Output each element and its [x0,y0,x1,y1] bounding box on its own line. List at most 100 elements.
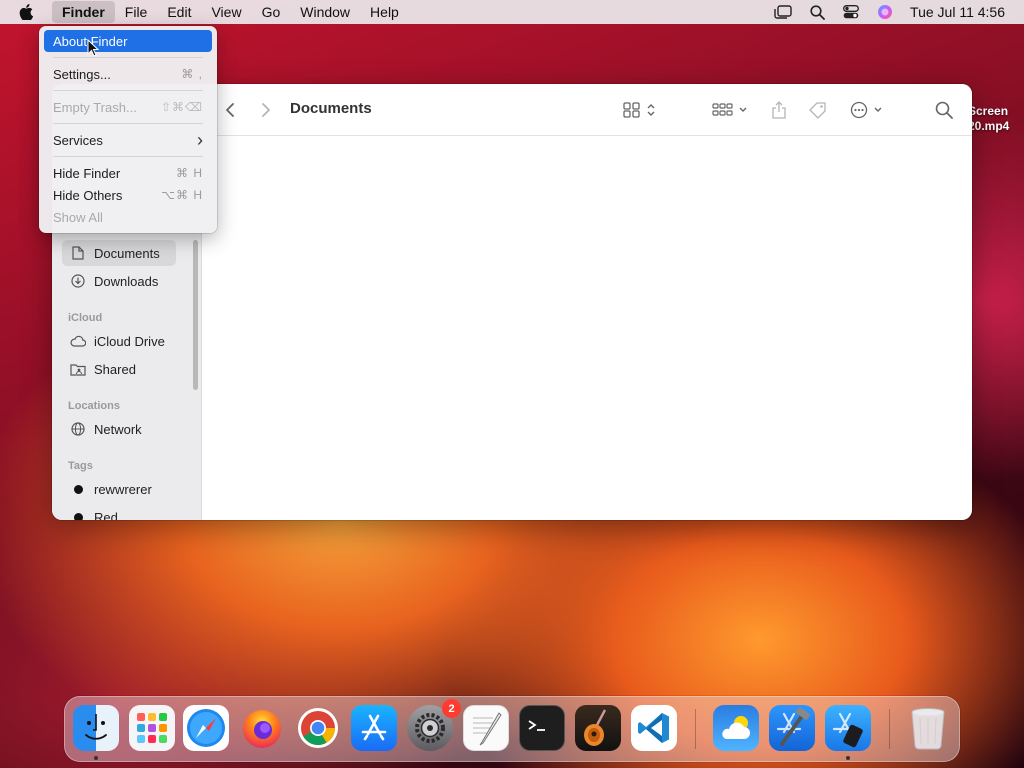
group-button[interactable] [710,98,750,122]
search-icon [935,101,953,119]
tag-dot-icon [74,512,83,520]
document-icon [70,245,86,261]
menu-window[interactable]: Window [290,0,360,24]
menu-item-shortcut: ⌘ , [181,67,203,81]
dock: 2 [64,696,960,762]
dock-app-system-settings[interactable]: 2 [407,699,461,751]
dock-separator [889,709,890,749]
dock-app-terminal[interactable] [519,705,565,751]
menu-item-about-finder[interactable]: About Finder [44,30,212,52]
dock-app-visual-studio-code[interactable] [631,705,677,751]
menu-item-label: Hide Others [53,187,123,203]
menu-item-shortcut: ⌘ H [176,166,203,180]
menu-item-label: Show All [53,209,103,225]
sidebar-item-documents[interactable]: Documents [62,240,176,266]
dock-app-launchpad[interactable] [129,705,175,751]
app-store-icon [361,714,387,741]
more-actions-button[interactable] [848,98,888,122]
menu-file[interactable]: File [115,0,158,24]
search-button[interactable] [932,98,956,122]
dock-app-firefox[interactable] [239,705,285,751]
chevron-right-icon: › [197,130,203,150]
menubar-clock[interactable]: Tue Jul 11 4:56 [902,4,1024,20]
share-icon [772,101,786,119]
sidebar-item-network[interactable]: Network [62,416,176,442]
menu-item-hide-finder[interactable]: Hide Finder ⌘ H [44,162,212,184]
sidebar-section-tags: Tags [68,460,93,472]
download-icon [70,273,86,289]
apple-menu[interactable] [0,0,52,24]
menu-separator [53,123,203,124]
menu-edit[interactable]: Edit [157,0,201,24]
back-button[interactable] [220,98,240,122]
menu-view[interactable]: View [201,0,251,24]
dock-app-simulator[interactable] [825,705,871,751]
sidebar-item-downloads[interactable]: Downloads [62,268,176,294]
view-mode-button[interactable] [620,98,660,122]
chrome-icon [298,708,338,748]
sidebar-item-tag-rewwrerer[interactable]: rewwrerer [62,476,176,502]
menu-item-hide-others[interactable]: Hide Others ⌥⌘ H [44,184,212,206]
finder-menu-dropdown: About Finder Settings... ⌘ , Empty Trash… [39,26,217,233]
tag-button[interactable] [806,98,830,122]
file-list-area[interactable] [202,136,972,520]
ellipsis-circle-icon [850,101,882,119]
dock-separator [695,709,696,749]
menu-item-settings[interactable]: Settings... ⌘ , [44,63,212,85]
dock-app-app-store[interactable] [351,705,397,751]
stage-manager-icon[interactable] [766,0,800,24]
spotlight-search-icon[interactable] [800,0,834,24]
sidebar-item-tag-red[interactable]: Red [62,504,176,520]
siri-icon[interactable] [868,0,902,24]
xcode-hammer-icon [776,708,811,746]
sidebar-item-label: Documents [94,245,160,261]
dock-app-safari[interactable] [183,705,229,751]
gear-icon [415,713,445,743]
sidebar-scrollbar[interactable] [193,240,198,390]
menu-item-services[interactable]: Services › [44,129,212,151]
menu-item-label: Services [53,132,103,148]
menu-separator [53,90,203,91]
chevron-left-icon [226,103,234,117]
textedit-icon [473,712,502,746]
dock-app-weather[interactable] [713,705,759,751]
cloud-icon [70,333,86,349]
share-button[interactable] [768,98,790,122]
notification-badge: 2 [442,699,461,718]
sidebar-item-shared[interactable]: Shared [62,356,176,382]
sidebar-item-label: Downloads [94,273,159,289]
sidebar-item-label: iCloud Drive [94,333,165,349]
sidebar-item-icloud-drive[interactable]: iCloud Drive [62,328,176,354]
chevron-right-icon [262,103,270,117]
weather-cloud-sun-icon [722,716,750,739]
dock-app-garageband[interactable] [575,705,621,751]
mouse-cursor-icon [87,39,99,57]
status-area: Tue Jul 11 4:56 [766,0,1024,24]
menu-item-label: Hide Finder [53,165,121,181]
menu-item-label: Empty Trash... [53,99,137,115]
sidebar-item-label: Network [94,421,142,437]
menu-help[interactable]: Help [360,0,409,24]
tag-dot-icon [74,484,83,494]
menu-item-show-all: Show All [44,206,212,228]
menu-separator [53,156,203,157]
dock-app-finder[interactable] [73,705,119,751]
menu-finder[interactable]: Finder [52,1,115,23]
sidebar-item-label: Shared [94,361,136,377]
control-center-icon[interactable] [834,0,868,24]
finder-toolbar: Documents [202,84,972,136]
menu-bar: Finder File Edit View Go Window Help Tue… [0,0,1024,24]
dock-running-indicator [94,756,98,760]
dock-app-textedit[interactable] [463,705,509,751]
tag-icon [809,102,826,119]
forward-button[interactable] [256,98,276,122]
dock-app-chrome[interactable] [295,705,341,751]
dock-app-trash[interactable] [905,705,951,751]
sidebar-item-label: Red [94,509,118,521]
dock-app-xcode[interactable] [769,705,815,751]
menu-item-label: Settings... [53,66,111,82]
desktop-file-label[interactable]: Screen 20.mp4 [968,104,1024,134]
menu-go[interactable]: Go [252,0,291,24]
sidebar-section-locations: Locations [68,400,120,412]
desktop-file-label-line1: Screen [968,104,1009,118]
